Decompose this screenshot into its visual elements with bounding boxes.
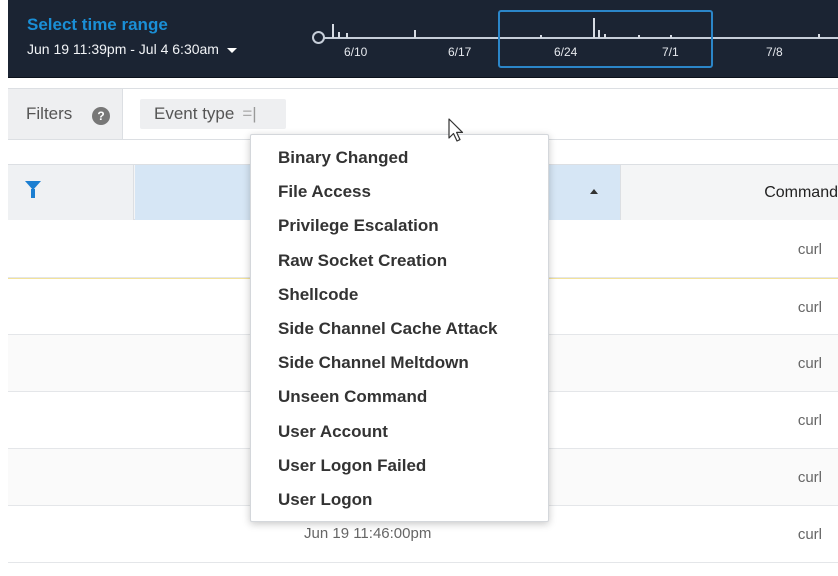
filters-button[interactable]: Filters ?: [8, 89, 123, 139]
text-cursor: |: [252, 104, 257, 123]
timeline-tick: 6/17: [448, 45, 472, 59]
event-type-label: Event type: [154, 104, 235, 123]
time-range-selector[interactable]: Jun 19 11:39pm - Jul 4 6:30am: [27, 41, 237, 57]
filter-bar: Filters ? Event type =|: [8, 88, 838, 140]
timeline-histogram[interactable]: 6/10 6/17 6/24 7/1 7/8: [308, 6, 838, 70]
column-filter-button[interactable]: [8, 165, 134, 220]
table-cell-command: curl: [797, 526, 822, 543]
histogram-bar: [414, 30, 416, 38]
histogram-bar: [332, 24, 334, 38]
event-type-filter-chip[interactable]: Event type =|: [140, 99, 286, 129]
table-cell-time: Jun 19 11:46:00pm: [304, 525, 432, 542]
histogram-bar: [338, 32, 340, 38]
time-range-bar: Select time range Jun 19 11:39pm - Jul 4…: [8, 0, 838, 78]
filters-label: Filters: [26, 104, 73, 123]
operator-label: =: [242, 104, 253, 123]
dropdown-option-file-access[interactable]: File Access: [251, 169, 548, 203]
help-icon[interactable]: ?: [92, 107, 110, 125]
chevron-down-icon: [226, 47, 237, 53]
dropdown-option-user-logon[interactable]: User Logon: [251, 477, 548, 511]
timeline-tick: 6/10: [344, 45, 368, 59]
dropdown-option-unseen-command[interactable]: Unseen Command: [251, 374, 548, 408]
sort-asc-icon: [590, 189, 598, 194]
dropdown-option-raw-socket-creation[interactable]: Raw Socket Creation: [251, 238, 548, 272]
dropdown-option-user-logon-failed[interactable]: User Logon Failed: [251, 443, 548, 477]
mouse-pointer-icon: [448, 118, 464, 142]
histogram-bar: [346, 33, 348, 38]
table-cell-command: curl: [797, 241, 822, 258]
dropdown-option-binary-changed[interactable]: Binary Changed: [251, 135, 548, 169]
table-cell-command: curl: [797, 299, 822, 316]
time-range-label: Jun 19 11:39pm - Jul 4 6:30am: [27, 41, 219, 57]
event-type-dropdown: Binary Changed File Access Privilege Esc…: [250, 134, 549, 522]
range-handle-icon[interactable]: [312, 31, 325, 44]
dropdown-option-shellcode[interactable]: Shellcode: [251, 272, 548, 306]
dropdown-option-side-channel-cache-attack[interactable]: Side Channel Cache Attack: [251, 306, 548, 340]
table-cell-command: curl: [797, 355, 822, 372]
command-column-header[interactable]: Command: [620, 165, 838, 220]
selected-range-window[interactable]: [498, 10, 713, 68]
funnel-icon: [25, 181, 41, 198]
dropdown-option-user-account[interactable]: User Account: [251, 409, 548, 443]
table-cell-command: curl: [797, 412, 822, 429]
dropdown-option-privilege-escalation[interactable]: Privilege Escalation: [251, 203, 548, 237]
time-range-title: Select time range: [27, 15, 168, 34]
timeline-tick: 7/8: [766, 45, 783, 59]
histogram-bar: [818, 34, 820, 38]
dropdown-option-side-channel-meltdown[interactable]: Side Channel Meltdown: [251, 340, 548, 374]
table-cell-command: curl: [797, 469, 822, 486]
